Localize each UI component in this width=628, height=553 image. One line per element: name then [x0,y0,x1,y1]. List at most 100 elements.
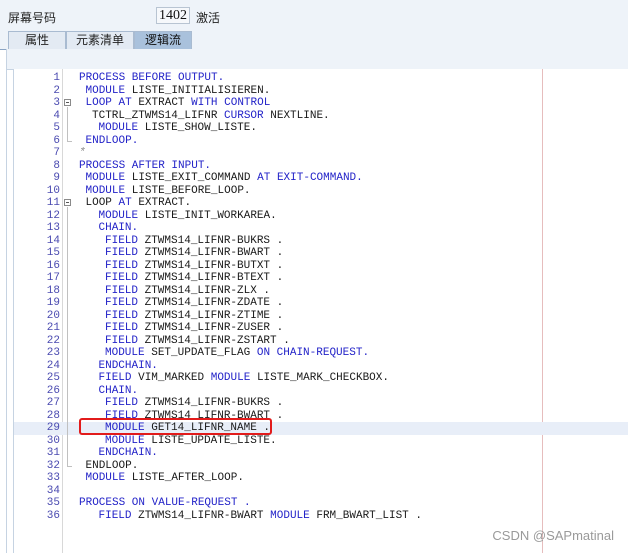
code-text: CHAIN. [99,222,139,235]
code-identifier: LOOP [85,197,119,209]
code-line[interactable]: 30 MODULE LISTE_UPDATE_LISTE. [14,435,628,448]
code-line[interactable]: 3 LOOP AT EXTRACT WITH CONTROL [14,97,628,110]
tab-strip: 属性 元素清单 逻辑流 [0,31,628,50]
line-number: 6 [53,134,60,147]
line-number: 30 [46,434,60,447]
code-line[interactable]: 12 MODULE LISTE_INIT_WORKAREA. [14,210,628,223]
fold-toggle-icon[interactable] [64,199,71,206]
line-number: 20 [46,309,60,322]
line-number: 21 [46,322,60,334]
code-line[interactable]: 7 * [14,147,628,160]
code-line[interactable]: 16 FIELD ZTWMS14_LIFNR-BUTXT . [14,260,628,273]
code-text: TCTRL_ZTWMS14_LIFNR CURSOR NEXTLINE. [92,110,330,123]
fold-toggle-icon[interactable] [64,99,71,106]
line-number: 12 [46,209,60,222]
code-keyword: FIELD [98,509,139,522]
line-number: 28 [46,409,60,422]
code-line[interactable]: 8 PROCESS AFTER INPUT. [14,160,628,173]
screen-number-label: 屏幕号码 [8,11,57,25]
code-text: FIELD ZTWMS14_LIFNR-ZUSER . [105,322,283,335]
code-text: FIELD ZTWMS14_LIFNR-BUTXT . [105,260,283,273]
code-identifier: EXTRACT [138,97,192,109]
code-text: LOOP AT EXTRACT WITH CONTROL [86,97,271,110]
screen-number-field[interactable]: 1402 [156,7,190,24]
code-keyword: ENDCHAIN. [98,447,158,459]
code-identifier: ZTWMS14_LIFNR-BWART . [144,247,284,259]
code-identifier: ZTWMS14_LIFNR-BUTXT . [144,259,284,272]
code-line[interactable]: 25 FIELD VIM_MARKED MODULE LISTE_MARK_CHE… [14,372,628,385]
line-number: 33 [46,472,60,484]
code-editor[interactable]: 1 PROCESS BEFORE OUTPUT. 2 MODULE LISTE_INI… [13,69,628,553]
code-text: FIELD ZTWMS14_LIFNR-BTEXT . [105,272,283,285]
code-line[interactable]: 21 FIELD ZTWMS14_LIFNR-ZUSER . [14,322,628,335]
line-number: 14 [46,234,60,247]
code-line[interactable]: 18 FIELD ZTWMS14_LIFNR-ZLX . [14,285,628,298]
code-line[interactable]: 27 FIELD ZTWMS14_LIFNR-BUKRS . [14,397,628,410]
code-line[interactable]: 9 MODULE LISTE_EXIT_COMMAND AT EXIT-COMMA… [14,172,628,185]
code-keyword: MODULE [210,372,257,384]
code-text: ENDCHAIN. [99,360,158,373]
code-line[interactable]: 19 FIELD ZTWMS14_LIFNR-ZDATE . [14,297,628,310]
code-keyword: MODULE [105,347,152,359]
code-line[interactable]: 5 MODULE LISTE_SHOW_LISTE. [14,122,628,135]
code-identifier: LISTE_SHOW_LISTE. [144,122,257,134]
code-line[interactable]: 31 ENDCHAIN. [14,447,628,460]
code-line[interactable]: 10 MODULE LISTE_BEFORE_LOOP. [14,185,628,198]
line-number: 13 [46,222,60,234]
code-line[interactable]: 26 CHAIN. [14,385,628,398]
code-line[interactable]: 6 ENDLOOP. [14,135,628,148]
code-identifier: LISTE_INIT_WORKAREA. [144,209,277,222]
code-line[interactable]: 33 MODULE LISTE_AFTER_LOOP. [14,472,628,485]
code-line[interactable]: 17 FIELD ZTWMS14_LIFNR-BTEXT . [14,272,628,285]
code-line[interactable]: 20 FIELD ZTWMS14_LIFNR-ZTIME . [14,310,628,323]
line-number: 1 [53,72,60,84]
tab-attributes[interactable]: 属性 [8,31,66,49]
code-identifier: FRM_BWART_LIST . [316,509,422,522]
watermark: CSDN @SAPmatinal [492,528,614,543]
code-line[interactable]: 34 [14,485,628,498]
code-keyword: WITH CONTROL [191,97,271,109]
code-identifier: ZTWMS14_LIFNR-ZSTART . [144,334,290,347]
code-line[interactable]: 13 CHAIN. [14,222,628,235]
code-line[interactable]: 32 ENDLOOP. [14,460,628,473]
code-line[interactable]: 35 PROCESS ON VALUE-REQUEST . [14,497,628,510]
code-identifier: ZTWMS14_LIFNR-ZTIME . [144,309,284,322]
code-line[interactable]: 14 FIELD ZTWMS14_LIFNR-BUKRS . [14,235,628,248]
code-line[interactable]: 23 MODULE SET_UPDATE_FLAG ON CHAIN-REQUES… [14,347,628,360]
code-keyword: FIELD [105,234,145,247]
code-line[interactable]: 11 LOOP AT EXTRACT. [14,197,628,210]
code-identifier: LISTE_INITIALISIEREN. [131,84,271,97]
code-identifier: ZTWMS14_LIFNR-ZLX . [144,284,271,297]
line-number: 29 [46,422,60,434]
tab-flow-logic[interactable]: 逻辑流 [134,31,192,49]
code-line[interactable]: 24 ENDCHAIN. [14,360,628,373]
code-line[interactable]: 4 TCTRL_ZTWMS14_LIFNR CURSOR NEXTLINE. [14,110,628,123]
code-keyword: CHAIN. [98,384,139,397]
fold-guide-line [67,107,68,141]
screen-status: 激活 [196,11,221,25]
code-keyword: PROCESS AFTER INPUT. [79,159,212,172]
line-number: 32 [46,459,60,472]
code-line[interactable]: 36 FIELD ZTWMS14_LIFNR-BWART MODULE FRM_B… [14,510,628,523]
code-line[interactable]: 2 MODULE LISTE_INITIALISIEREN. [14,85,628,98]
code-identifier: SET_UPDATE_FLAG [151,347,257,359]
line-number: 9 [53,172,60,184]
code-keyword: FIELD [105,247,145,259]
code-keyword: MODULE [85,172,132,184]
code-line[interactable]: 1 PROCESS BEFORE OUTPUT. [14,72,628,85]
code-text: MODULE LISTE_SHOW_LISTE. [99,122,257,135]
code-identifier: ZTWMS14_LIFNR-ZDATE . [144,297,284,309]
code-line[interactable]: 15 FIELD ZTWMS14_LIFNR-BWART . [14,247,628,260]
code-keyword: LOOP AT [85,97,139,109]
code-identifier: ZTWMS14_LIFNR-BUKRS . [144,234,284,247]
code-line[interactable]: 22 FIELD ZTWMS14_LIFNR-ZSTART . [14,335,628,348]
fold-guide-end [67,140,72,142]
code-comment: * [79,147,86,159]
line-number: 22 [46,334,60,347]
line-number: 16 [46,259,60,272]
code-keyword: MODULE [85,184,132,197]
code-keyword: FIELD [105,322,145,334]
tab-element-list[interactable]: 元素清单 [66,31,134,49]
code-text: MODULE SET_UPDATE_FLAG ON CHAIN-REQUEST. [105,347,369,360]
code-identifier: ZTWMS14_LIFNR-ZUSER . [144,322,284,334]
